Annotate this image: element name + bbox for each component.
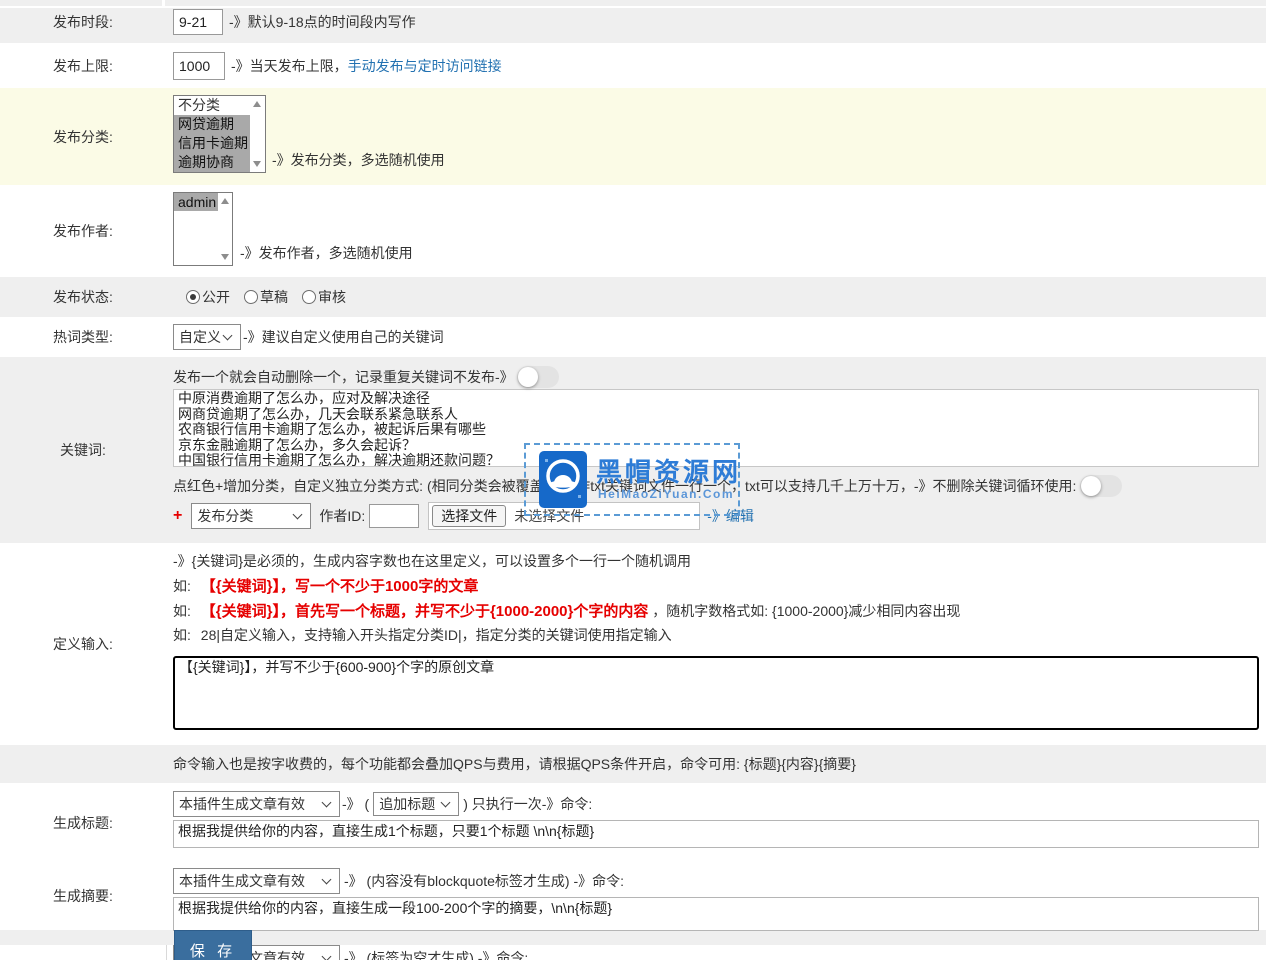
scroll-down-icon[interactable] <box>253 161 261 167</box>
example-tail: ，随机字数格式如: {1000-2000}减少相同内容出现 <box>652 603 960 619</box>
radio-review[interactable]: 审核 <box>302 287 346 307</box>
example-red-text: 【{关键词}】，写一个不少于1000字的文章 <box>201 578 479 595</box>
radio-icon[interactable] <box>244 290 258 304</box>
title-mode-select[interactable]: 追加标题 <box>373 792 459 816</box>
watermark-domain: HeiMaoZiYuan.Com <box>598 487 734 501</box>
publish-author-desc: -》发布作者，多选随机使用 <box>240 243 413 263</box>
empty-label <box>0 945 166 960</box>
row-publish-author: 发布作者: admin -》发布作者，多选随机使用 <box>0 185 1266 277</box>
empty-label <box>0 745 166 783</box>
gen-title-command-textarea[interactable]: 根据我提供给你的内容，直接生成1个标题，只要1个标题 \n\n{标题} <box>173 820 1259 848</box>
listbox-scrollbar[interactable] <box>218 193 232 265</box>
chevron-down-icon <box>322 951 332 960</box>
watermark-title: 黑帽资源网 <box>596 452 741 489</box>
select-value: 本插件生成文章有效 <box>179 794 305 814</box>
add-category-button[interactable]: + <box>173 507 182 525</box>
publish-category-desc: -》发布分类，多选随机使用 <box>272 150 445 170</box>
row-define-input: 定义输入: -》{关键词}是必须的，生成内容字数也在这里定义，可以设置多个一行一… <box>0 543 1266 745</box>
example-prefix: 如: <box>173 627 191 643</box>
column-divider <box>166 945 167 960</box>
define-example-1: 如: 【{关键词}】，写一个不少于1000字的文章 <box>173 575 1266 600</box>
keyword-category-select[interactable]: 发布分类 <box>191 503 311 529</box>
toggle-knob-icon <box>1081 476 1101 496</box>
column-divider <box>162 0 165 8</box>
define-example-3: 如: 28|自定义输入，支持输入开头指定分类ID|，指定分类的关键词使用指定输入 <box>173 625 1266 647</box>
example-red-text: 【{关键词}】，首先写一个标题，并写不少于{1000-2000}个字的内容 <box>201 603 649 620</box>
row-gen-title: 生成标题: 本插件生成文章有效 -》 ( 追加标题 ) 只执行一次-》命令: 根… <box>0 783 1266 862</box>
radio-label: 审核 <box>318 289 346 305</box>
row-publish-limit: 发布上限: -》当天发布上限， 手动发布与定时访问链接 <box>0 43 1266 88</box>
listbox-scrollbar[interactable] <box>250 96 265 172</box>
watermark: 黑帽资源网 HeiMaoZiYuan.Com <box>524 443 740 516</box>
gen-summary-label: 生成摘要: <box>0 862 166 930</box>
row-divider <box>0 6 1266 8</box>
hotword-type-select[interactable]: 自定义 <box>173 324 241 350</box>
row-gen-summary: 生成摘要: 本插件生成文章有效 -》 (内容没有blockquote标签才生成)… <box>0 862 1266 930</box>
define-input-label: 定义输入: <box>0 543 166 745</box>
row-command-note: 命令输入也是按字收费的，每个功能都会叠加QPS与费用，请根据QPS条件开启，命令… <box>0 745 1266 783</box>
auto-delete-hint: 发布一个就会自动删除一个，记录重复关键词不发布-》 <box>173 367 514 387</box>
publish-limit-input[interactable] <box>173 52 225 80</box>
keywords-label: 关键词: <box>0 357 166 543</box>
gen-summary-command-textarea[interactable]: 根据我提供给你的内容，直接生成一段100-200个字的摘要，\n\n{标题} <box>173 897 1259 931</box>
publish-time-input[interactable] <box>173 9 223 35</box>
publish-limit-label: 发布上限: <box>0 43 166 88</box>
publish-author-label: 发布作者: <box>0 185 166 277</box>
publish-category-label: 发布分类: <box>0 88 166 185</box>
scroll-up-icon[interactable] <box>221 198 229 204</box>
select-value: 发布分类 <box>197 506 253 526</box>
define-hint-1: -》{关键词}是必须的，生成内容字数也在这里定义，可以设置多个一行一个随机调用 <box>173 551 1266 575</box>
example-text: 28|自定义输入，支持输入开头指定分类ID|，指定分类的关键词使用指定输入 <box>201 627 672 643</box>
gen-summary-desc: -》 (内容没有blockquote标签才生成) -》命令: <box>344 871 624 891</box>
save-button[interactable]: 保 存 <box>174 930 252 960</box>
radio-label: 草稿 <box>260 289 288 305</box>
chevron-down-icon <box>441 797 451 807</box>
black-hat-logo-icon <box>539 451 587 511</box>
define-input-textarea[interactable]: 【{关键词}】，并写不少于{600-900}个字的原创文章 <box>173 656 1259 730</box>
gen-title-select[interactable]: 本插件生成文章有效 <box>173 791 340 817</box>
gen-title-label: 生成标题: <box>0 783 166 862</box>
radio-label: 公开 <box>202 289 230 305</box>
author-id-label: 作者ID: <box>319 506 365 526</box>
toggle-knob-icon <box>518 367 538 387</box>
publish-status-label: 发布状态: <box>0 277 166 317</box>
author-id-input[interactable] <box>369 504 419 528</box>
publish-limit-desc: -》当天发布上限， <box>231 56 348 76</box>
define-example-2: 如: 【{关键词}】，首先写一个标题，并写不少于{1000-2000}个字的内容… <box>173 600 1266 625</box>
chevron-down-icon <box>293 509 303 519</box>
chevron-down-icon <box>322 874 332 884</box>
hotword-type-desc: -》建议自定义使用自己的关键词 <box>243 327 444 347</box>
publish-time-desc: -》默认9-18点的时间段内写作 <box>229 12 416 32</box>
radio-draft[interactable]: 草稿 <box>244 287 288 307</box>
scroll-down-icon[interactable] <box>221 254 229 260</box>
chevron-down-icon <box>223 330 233 340</box>
example-prefix: 如: <box>173 603 191 619</box>
row-publish-category: 发布分类: 不分类 网贷逾期 信用卡逾期 逾期协商 -》发布分类，多选随机使用 <box>0 88 1266 185</box>
auto-delete-toggle[interactable] <box>517 366 559 388</box>
row-hotword-type: 热词类型: 自定义 -》建议自定义使用自己的关键词 <box>0 317 1266 357</box>
keyword-loop-toggle[interactable] <box>1080 475 1122 497</box>
example-prefix: 如: <box>173 578 191 594</box>
publish-author-listbox[interactable]: admin <box>173 192 233 266</box>
manual-publish-link[interactable]: 手动发布与定时访问链接 <box>348 56 502 76</box>
publish-category-listbox[interactable]: 不分类 网贷逾期 信用卡逾期 逾期协商 <box>173 95 266 173</box>
select-value: 本插件生成文章有效 <box>179 871 305 891</box>
select-value: 追加标题 <box>379 794 435 814</box>
gen-title-post: ) 只执行一次-》命令: <box>463 794 592 814</box>
hotword-type-label: 热词类型: <box>0 317 166 357</box>
row-publish-status: 发布状态: 公开 草稿 审核 <box>0 277 1266 317</box>
radio-checked-icon[interactable] <box>186 290 200 304</box>
command-note-text: 命令输入也是按字收费的，每个功能都会叠加QPS与费用，请根据QPS条件开启，命令… <box>173 754 856 774</box>
radio-icon[interactable] <box>302 290 316 304</box>
choose-file-button[interactable]: 选择文件 <box>432 505 506 527</box>
radio-public[interactable]: 公开 <box>186 287 230 307</box>
gen-summary-select[interactable]: 本插件生成文章有效 <box>173 868 340 894</box>
gen-title-pre: -》 ( <box>342 794 369 814</box>
gen-tag-desc: -》 (标签为空才生成) -》命令: <box>344 948 528 960</box>
scroll-up-icon[interactable] <box>253 101 261 107</box>
chevron-down-icon <box>322 797 332 807</box>
plugin-settings-page: 发布时段: -》默认9-18点的时间段内写作 发布上限: -》当天发布上限， 手… <box>0 0 1266 960</box>
select-value: 自定义 <box>179 327 221 347</box>
